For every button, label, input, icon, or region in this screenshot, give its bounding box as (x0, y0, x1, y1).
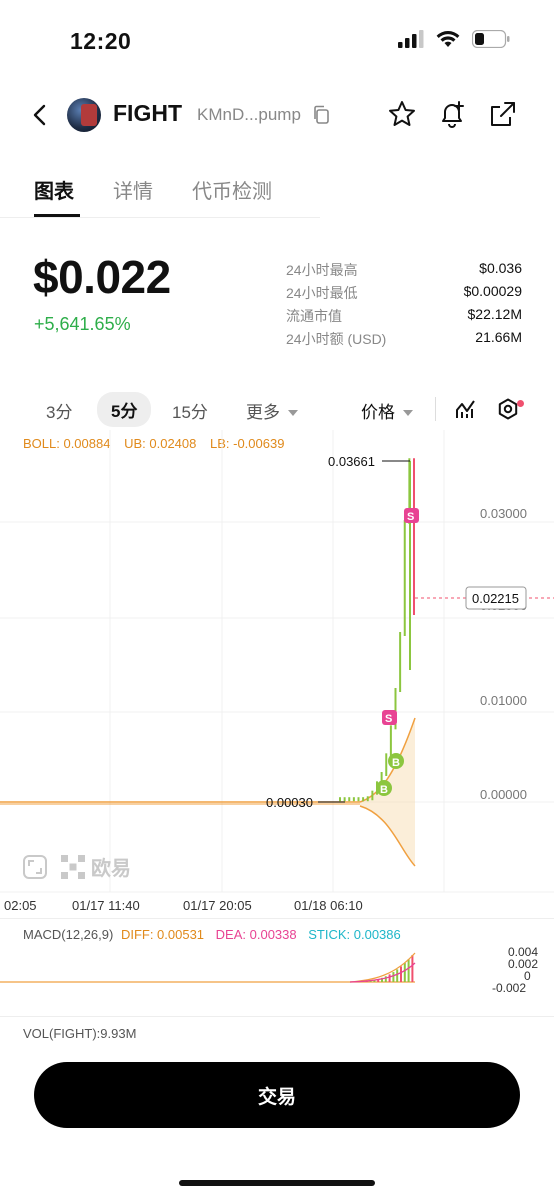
current-price-tag-text: 0.02215 (472, 591, 519, 606)
back-icon[interactable] (26, 100, 56, 130)
buy-marker-label: B (380, 784, 388, 796)
tab-bar: 图表 详情 代币检测 (0, 170, 320, 218)
y-tick-label: 0.01000 (480, 693, 527, 708)
price-chart[interactable]: 0.03000 0.02000 0.01000 0.00000 0.03661 … (0, 430, 554, 910)
home-indicator (179, 1180, 375, 1186)
macd-bar (396, 969, 399, 982)
buy-marker[interactable]: B (376, 780, 392, 796)
stat-label: 24小时最高 (286, 262, 358, 278)
sell-marker[interactable]: S (382, 710, 397, 725)
interval-3m[interactable]: 3分 (46, 398, 72, 423)
high-price-label: 0.03661 (328, 454, 375, 469)
x-tick-label: 02:05 (4, 898, 37, 910)
token-avatar (67, 98, 101, 132)
status-bar: 12:20 (0, 0, 554, 80)
trade-button[interactable]: 交易 (34, 1062, 520, 1128)
notification-dot (517, 400, 524, 407)
macd-y-tick: -0.002 (492, 981, 526, 995)
interval-bar: 3分 5分 15分 更多 价格 (0, 390, 554, 430)
token-name: FIGHT (113, 100, 182, 126)
signal-icon (398, 30, 424, 48)
settings-icon[interactable] (497, 398, 519, 420)
macd-stick: STICK: 0.00386 (308, 927, 401, 942)
stat-value: $0.00029 (463, 283, 522, 299)
indicator-icon[interactable] (454, 397, 478, 421)
macd-bar (384, 976, 387, 982)
watermark-text: 欧易 (91, 858, 131, 880)
macd-bar (407, 959, 410, 982)
stat-value: $22.12M (467, 306, 522, 322)
low-price-label: 0.00030 (266, 795, 313, 810)
interval-more-label: 更多 (246, 403, 280, 422)
price-type-label: 价格 (361, 403, 395, 422)
buy-marker[interactable]: B (388, 753, 404, 769)
macd-legend: MACD(12,26,9) DIFF: 0.00531 DEA: 0.00338… (23, 927, 401, 942)
tab-token-check[interactable]: 代币检测 (192, 175, 272, 204)
x-tick-label: 01/17 11:40 (72, 898, 140, 910)
expand-icon[interactable] (23, 854, 47, 879)
star-icon[interactable] (387, 99, 417, 129)
macd-bar (388, 974, 391, 982)
status-time: 12:20 (70, 28, 132, 54)
divider (435, 397, 436, 421)
status-icons (398, 30, 510, 48)
watermark: 欧易 (23, 852, 131, 881)
interval-5m[interactable]: 5分 (97, 392, 152, 427)
stat-row: 流通市值 $22.12M (286, 306, 522, 329)
macd-diff: DIFF: 0.00531 (120, 927, 205, 942)
sell-marker[interactable]: S (404, 508, 419, 523)
sell-marker-label: S (385, 713, 392, 725)
copy-icon[interactable] (312, 105, 330, 125)
chevron-down-icon (287, 410, 298, 416)
stat-label: 流通市值 (286, 308, 342, 324)
token-header: FIGHT KMnD...pump (0, 90, 554, 140)
macd-bar (411, 955, 414, 982)
price-type-select[interactable]: 价格 (361, 398, 414, 423)
add-alert-icon[interactable] (437, 99, 467, 129)
stat-row: 24小时最高 $0.036 (286, 260, 522, 283)
price-stats: 24小时最高 $0.036 24小时最低 $0.00029 流通市值 $22.1… (286, 260, 522, 352)
interval-more[interactable]: 更多 (246, 398, 299, 423)
stat-value: $0.036 (479, 260, 522, 276)
sell-marker-label: S (407, 511, 414, 523)
wifi-icon (436, 31, 460, 47)
current-price: $0.022 (33, 251, 171, 303)
active-tab-indicator (34, 214, 80, 217)
stat-row: 24小时额 (USD) 21.66M (286, 329, 522, 352)
stat-label: 24小时最低 (286, 285, 358, 301)
token-address[interactable]: KMnD...pump (197, 105, 301, 125)
y-tick-label: 0.03000 (480, 506, 527, 521)
macd-label: MACD(12,26,9) (23, 927, 114, 942)
macd-chart[interactable]: 0.004 0.002 0 -0.002 (0, 945, 554, 1015)
chevron-down-icon (402, 410, 413, 416)
macd-bar (400, 966, 402, 982)
battery-icon (472, 30, 510, 48)
interval-15m[interactable]: 15分 (172, 398, 208, 423)
x-tick-label: 01/17 20:05 (183, 898, 252, 910)
macd-bar (392, 972, 395, 982)
divider (0, 918, 554, 919)
macd-bar (403, 962, 406, 982)
tab-details[interactable]: 详情 (113, 175, 153, 204)
tab-chart[interactable]: 图表 (34, 175, 74, 204)
macd-dea: DEA: 0.00338 (215, 927, 297, 942)
x-tick-label: 01/18 06:10 (294, 898, 363, 910)
y-tick-label: 0.00000 (480, 787, 527, 802)
stat-label: 24小时额 (USD) (286, 331, 387, 347)
okx-logo-icon (61, 854, 85, 879)
buy-marker-label: B (392, 757, 400, 769)
volume-legend: VOL(FIGHT):9.93M (23, 1026, 137, 1041)
divider (0, 1016, 554, 1017)
stat-row: 24小时最低 $0.00029 (286, 283, 522, 306)
share-icon[interactable] (488, 99, 518, 129)
stat-value: 21.66M (475, 329, 522, 345)
price-change: +5,641.65% (34, 314, 131, 334)
